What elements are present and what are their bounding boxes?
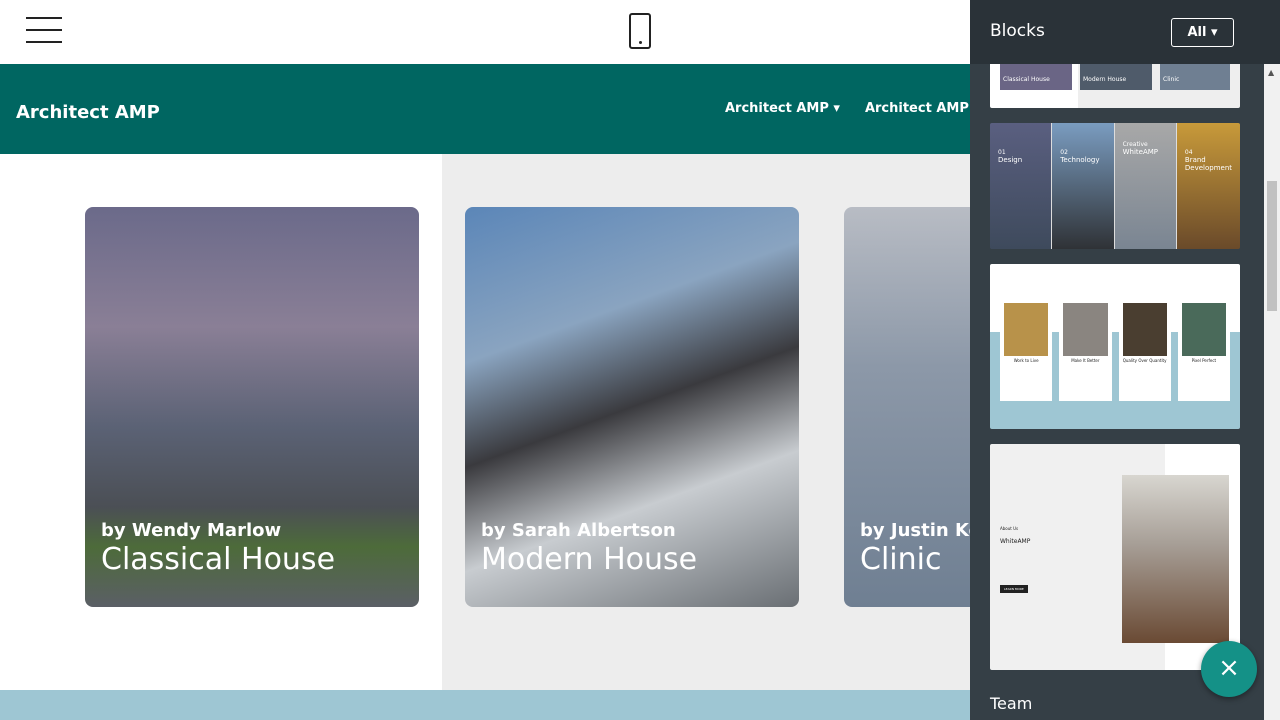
thumb-image <box>1122 475 1229 643</box>
block-thumb-features[interactable]: 01 Design 02 Technology Creative WhiteAMP 0… <box>990 123 1240 249</box>
card-modern-house[interactable]: by Sarah Albertson Modern House <box>465 207 799 607</box>
hamburger-icon[interactable] <box>26 17 62 43</box>
brand-logo[interactable]: Architect AMP <box>16 102 160 123</box>
thumb-card: Classical House <box>1000 64 1072 90</box>
thumb-card: Clinic <box>1160 64 1230 90</box>
thumb-tile: 01 Design <box>990 123 1052 249</box>
thumb-tile: Creative WhiteAMP <box>1113 123 1176 249</box>
card-title: Classical House <box>101 542 336 577</box>
thumb-article: Quality Over Quantity <box>1118 301 1171 401</box>
card-classical-house[interactable]: by Wendy Marlow Classical House <box>85 207 419 607</box>
panel-title: Blocks <box>990 21 1045 41</box>
scroll-up-icon[interactable]: ▲ <box>1268 68 1274 77</box>
blocks-panel: Blocks All ▾ Classical House Modern Hous… <box>970 0 1280 720</box>
nav-link-dropdown[interactable]: Architect AMP ▾ <box>725 101 840 116</box>
card-title: Clinic <box>860 542 942 577</box>
card-author: by Wendy Marlow <box>101 520 282 541</box>
thumb-tile: 04 Brand Development <box>1175 123 1240 249</box>
scrollbar[interactable]: ▲ <box>1264 64 1280 720</box>
close-icon[interactable]: × <box>1201 641 1257 697</box>
filter-dropdown[interactable]: All ▾ <box>1171 18 1234 47</box>
blocks-panel-header: Blocks All ▾ <box>970 0 1280 64</box>
thumb-article: Make It Better <box>1059 301 1112 401</box>
thumb-tile: 02 Technology <box>1051 123 1114 249</box>
thumb-button: LEARN MORE <box>1000 585 1028 593</box>
thumb-article: Pixel Perfect <box>1177 301 1230 401</box>
top-toolbar <box>0 0 970 64</box>
thumb-article: Work to Live <box>1000 301 1053 401</box>
block-thumb-articles[interactable]: Work to Live Make It Better Quality Over… <box>990 264 1240 429</box>
nav-link[interactable]: Architect AMP <box>865 101 969 116</box>
card-title: Modern House <box>481 542 698 577</box>
mobile-phone-icon[interactable] <box>629 13 651 49</box>
section-heading-team: Team <box>990 694 1033 713</box>
block-thumb-about[interactable]: About Us WhiteAMP LEARN MORE <box>990 444 1240 670</box>
cards-section: by Wendy Marlow Classical House by Sarah… <box>0 154 1178 690</box>
thumb-card: Modern House <box>1080 64 1152 90</box>
site-navbar: Architect AMP Architect AMP ▾ Architect … <box>0 64 1003 154</box>
next-section-strip <box>0 690 970 720</box>
thumb-kicker: About Us <box>1000 526 1019 531</box>
scrollbar-thumb[interactable] <box>1267 181 1277 311</box>
thumb-title: WhiteAMP <box>1000 538 1031 545</box>
card-author: by Sarah Albertson <box>481 520 676 541</box>
